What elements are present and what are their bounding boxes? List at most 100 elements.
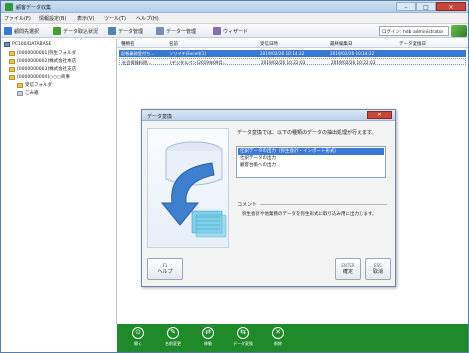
folder-icon bbox=[9, 50, 15, 56]
toolbar-label: 顧問先選択 bbox=[14, 28, 40, 35]
toolbar-label: データ一管理 bbox=[166, 28, 197, 35]
table-row[interactable]: 社会保険料明… (デジタルペン)2019年09月… 2019/02/26 10:… bbox=[119, 58, 466, 65]
toolbar: 顧問先選択 データ取込状況 データ管理 データ一管理 ウィザード ログイン: h… bbox=[1, 24, 468, 38]
cell-received: 2019/02/26 10:14:22 bbox=[260, 51, 305, 56]
move-button[interactable]: ⇄ 移動 bbox=[197, 327, 219, 351]
window-title: 顧客データ収集 bbox=[16, 5, 52, 11]
menu-bar: ファイル(F) 情報設定(B) 表示(V) ツール(T) ヘルプ(H) bbox=[1, 13, 468, 24]
trash-icon bbox=[17, 90, 23, 96]
convert-icon: ⇆ bbox=[237, 327, 249, 339]
menu-tools[interactable]: ツール(T) bbox=[104, 15, 126, 22]
minimize-button[interactable]: – bbox=[396, 2, 416, 11]
tree-node-client[interactable]: [0000000001]弥生フォルダ bbox=[9, 50, 76, 56]
move-icon: ⇄ bbox=[202, 327, 214, 339]
tree-node-client[interactable]: [0000000003]株式会社支店 bbox=[9, 66, 76, 72]
client-select-icon bbox=[4, 27, 12, 35]
cell-type: 社会保険料明… bbox=[122, 60, 152, 65]
delete-icon: ✕ bbox=[272, 327, 284, 339]
action-label: 開く bbox=[134, 341, 142, 346]
toolbar-client-select-button[interactable]: 顧問先選択 bbox=[4, 26, 39, 36]
toolbar-data-list-button[interactable]: データ一管理 bbox=[156, 26, 196, 36]
tree-node-trash[interactable]: ごみ箱 bbox=[17, 90, 39, 96]
convert-type-list[interactable]: 仕訳データの出力（弥生会計・インポート形式） 仕訳データの出力 顧客台帳への出力 bbox=[236, 146, 386, 178]
column-header-type[interactable]: 種類名 bbox=[121, 41, 135, 47]
login-status: ログイン: hdb administrator bbox=[379, 26, 449, 36]
comment-text: 弥生会計や他業務のデータを弥生形式に取り込み用に出力します。 bbox=[242, 212, 377, 217]
tree-node-label: [0000000003]株式会社支店 bbox=[17, 67, 77, 72]
ok-button[interactable]: ENTER 確定 bbox=[335, 258, 361, 280]
title-bar: 顧客データ収集 – □ ✕ bbox=[1, 1, 468, 13]
computer-icon bbox=[4, 42, 10, 47]
column-header-converted[interactable]: データ変換日 bbox=[399, 41, 426, 47]
open-button[interactable]: ⊙ 開く bbox=[127, 327, 149, 351]
tree-node-client[interactable]: [0000000004]○○○商事 bbox=[9, 74, 70, 80]
tree-node-label: 受信フォルダ bbox=[25, 83, 52, 88]
cancel-button[interactable]: ESC 取消 bbox=[365, 258, 391, 280]
tree-node-label: [0000000002]株式会社本店 bbox=[17, 59, 77, 64]
column-header-name[interactable]: 名前 bbox=[169, 41, 178, 47]
convert-option[interactable]: 仕訳データの出力 bbox=[238, 155, 384, 162]
cell-edited: 2019/02/26 10:22:03 bbox=[331, 60, 376, 65]
table-row[interactable]: 記帳業務受付ち… ソリマチ(Excel)(1) 2019/02/26 10:14… bbox=[119, 50, 466, 57]
cell-received: 2019/02/26 10:22:03 bbox=[261, 60, 306, 65]
cancel-button-label: 取消 bbox=[372, 269, 383, 275]
data-list-icon bbox=[156, 27, 164, 35]
convert-option[interactable]: 顧客台帳への出力 bbox=[238, 162, 384, 169]
action-label: 移動 bbox=[204, 341, 212, 346]
menu-file[interactable]: ファイル(F) bbox=[4, 15, 31, 22]
toolbar-label: ウィザード bbox=[223, 28, 249, 35]
tree-node-client[interactable]: [0000000002]株式会社本店 bbox=[9, 58, 76, 64]
brand-logo bbox=[451, 25, 467, 37]
convert-option[interactable]: 仕訳データの出力（弥生会計・インポート形式） bbox=[238, 148, 384, 155]
tree-node-label: ごみ箱 bbox=[25, 91, 39, 96]
comment-divider bbox=[260, 204, 387, 205]
cell-name: (デジタルペン)2019年09月… bbox=[170, 60, 227, 65]
cell-name: ソリマチ(Excel)(1) bbox=[169, 51, 207, 56]
menu-help[interactable]: ヘルプ(H) bbox=[136, 15, 159, 22]
action-label: 名前変更 bbox=[165, 341, 181, 346]
rename-icon: ✎ bbox=[167, 327, 179, 339]
dialog-title-bar: データ変換 ✕ bbox=[142, 110, 395, 121]
dialog-title: データ変換 bbox=[147, 114, 173, 120]
wizard-icon bbox=[213, 27, 221, 35]
rename-button[interactable]: ✎ 名前変更 bbox=[162, 327, 184, 351]
data-convert-button[interactable]: ⇆ データ変換 bbox=[232, 327, 254, 351]
toolbar-label: データ取込状況 bbox=[63, 28, 99, 35]
action-bar: ⊙ 開く ✎ 名前変更 ⇄ 移動 ⇆ データ変換 ✕ 削除 bbox=[117, 324, 468, 352]
cell-edited: 2019/02/26 10:14:22 bbox=[330, 51, 375, 56]
open-icon: ⊙ bbox=[132, 327, 144, 339]
toolbar-data-manage-button[interactable]: データ管理 bbox=[108, 26, 143, 36]
convert-illustration bbox=[147, 128, 229, 248]
tree-node-label: PC100/DATABASE bbox=[12, 42, 52, 47]
data-manage-icon bbox=[108, 27, 116, 35]
folder-icon bbox=[9, 66, 15, 72]
action-label: 削除 bbox=[274, 341, 282, 346]
cell-type: 記帳業務受付ち… bbox=[121, 51, 155, 56]
folder-icon bbox=[9, 74, 15, 80]
menu-info-settings[interactable]: 情報設定(B) bbox=[39, 15, 66, 22]
toolbar-wizard-button[interactable]: ウィザード bbox=[213, 26, 248, 36]
tree-node-label: [0000000004]○○○商事 bbox=[17, 75, 70, 80]
delete-button[interactable]: ✕ 削除 bbox=[267, 327, 289, 351]
app-window: 顧客データ収集 – □ ✕ ファイル(F) 情報設定(B) 表示(V) ツール(… bbox=[0, 0, 469, 353]
maximize-button[interactable]: □ bbox=[416, 2, 436, 11]
folder-icon bbox=[9, 58, 15, 64]
ok-button-label: 確定 bbox=[342, 269, 353, 275]
tree-node-root[interactable]: PC100/DATABASE bbox=[4, 42, 51, 47]
close-button[interactable]: ✕ bbox=[436, 2, 466, 11]
tree-node-inbox[interactable]: 受信フォルダ bbox=[17, 82, 52, 88]
comment-label: コメント bbox=[237, 202, 258, 208]
dialog-close-button[interactable]: ✕ bbox=[367, 111, 392, 119]
help-button-label: ヘルプ bbox=[157, 269, 173, 275]
folder-tree: PC100/DATABASE [0000000001]弥生フォルダ [00000… bbox=[1, 39, 117, 324]
toolbar-label: データ管理 bbox=[118, 28, 144, 35]
convert-arrow-icon bbox=[160, 141, 227, 238]
toolbar-import-status-button[interactable]: データ取込状況 bbox=[53, 26, 98, 36]
dialog-instruction: データ変換では、以下の種類のデータの抽出処理が行えます。 bbox=[237, 130, 377, 136]
import-status-icon bbox=[53, 27, 61, 35]
menu-view[interactable]: 表示(V) bbox=[77, 15, 94, 22]
column-header-edited[interactable]: 最終編集日 bbox=[330, 41, 353, 47]
bottom-left-panel bbox=[1, 324, 117, 352]
column-header-received[interactable]: 受信日時 bbox=[260, 41, 278, 47]
help-button[interactable]: F1 ヘルプ bbox=[147, 258, 183, 280]
